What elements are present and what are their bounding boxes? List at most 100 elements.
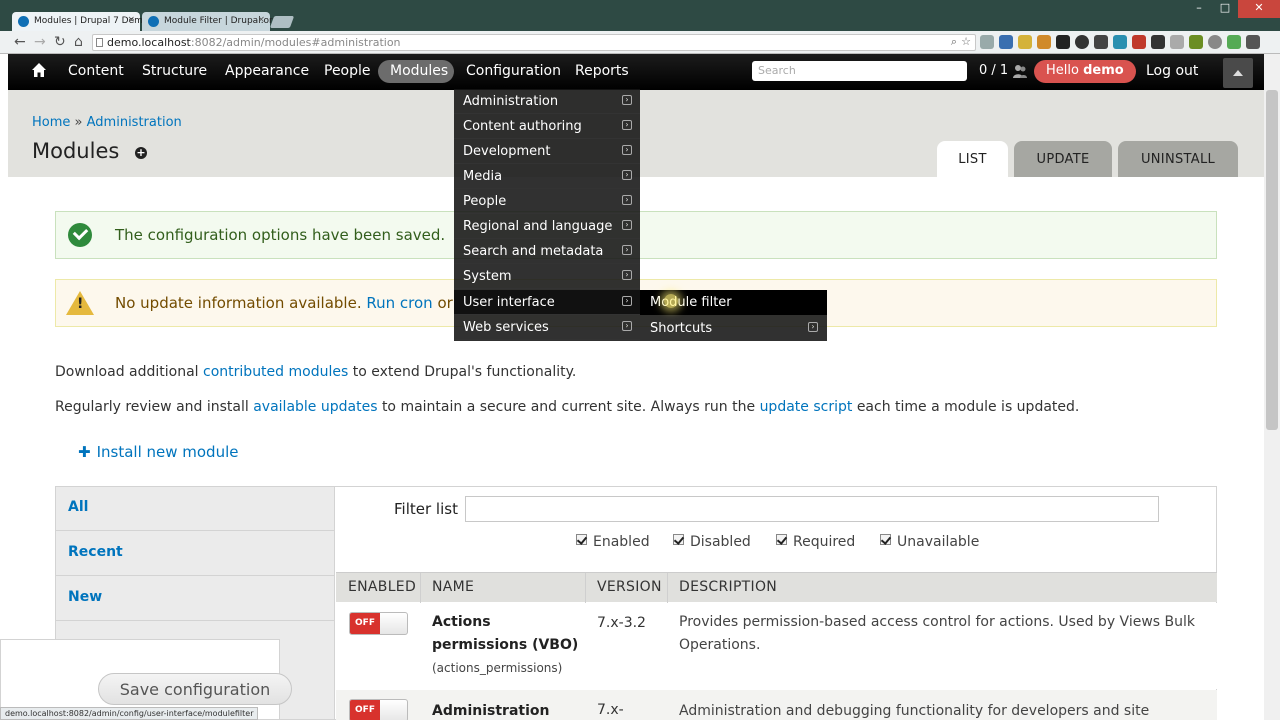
checkbox-checked-icon[interactable] bbox=[673, 534, 684, 545]
submenu-item-shortcuts[interactable]: Shortcuts › bbox=[640, 316, 827, 341]
checkbox-checked-icon[interactable] bbox=[880, 534, 891, 545]
toolbar-search-input[interactable]: Search bbox=[752, 61, 967, 81]
filter-checkbox-unavailable[interactable]: Unavailable bbox=[880, 534, 979, 550]
checkbox-checked-icon[interactable] bbox=[576, 534, 587, 545]
update-script-link[interactable]: update script bbox=[760, 399, 853, 415]
menu-item-content-authoring[interactable]: Content authoring › bbox=[454, 114, 640, 139]
module-version: 7.x- bbox=[597, 702, 624, 718]
menu-item-search-and-metadata[interactable]: Search and metadata › bbox=[454, 239, 640, 264]
filter-list-input[interactable] bbox=[465, 496, 1159, 522]
window-close-icon[interactable]: ✕ bbox=[1238, 0, 1280, 18]
url-field[interactable]: demo.localhost:8082/admin/modules#admini… bbox=[92, 34, 976, 51]
bookmark-star-icon[interactable]: ☆ bbox=[961, 35, 971, 48]
menu-item-label: People bbox=[463, 194, 507, 209]
menu-item-media[interactable]: Media › bbox=[454, 164, 640, 189]
plus-icon: ✚ bbox=[78, 443, 91, 461]
menu-item-web-services[interactable]: Web services › bbox=[454, 315, 640, 340]
extension-icon[interactable] bbox=[1075, 35, 1089, 49]
module-enable-toggle[interactable]: OFF bbox=[349, 612, 408, 635]
extension-icon[interactable] bbox=[1189, 35, 1203, 49]
drupal-favicon-icon bbox=[18, 16, 29, 27]
menu-item-label: Regional and language bbox=[463, 219, 613, 234]
menu-item-system[interactable]: System › bbox=[454, 264, 640, 289]
menu-item-label: Shortcuts bbox=[650, 321, 713, 336]
close-tab-icon[interactable]: × bbox=[257, 15, 265, 25]
extension-icon[interactable] bbox=[1113, 35, 1127, 49]
extension-icon[interactable] bbox=[1227, 35, 1241, 49]
browser-tab-modules[interactable]: Modules | Drupal 7 Demo × bbox=[12, 12, 148, 31]
menu-item-regional-and-language[interactable]: Regional and language › bbox=[454, 214, 640, 239]
minimize-icon[interactable]: – bbox=[1186, 0, 1212, 18]
vtab-new[interactable]: New bbox=[56, 577, 334, 621]
available-updates-link[interactable]: available updates bbox=[253, 399, 377, 415]
toolbar-item-configuration[interactable]: Configuration bbox=[466, 63, 561, 79]
back-arrow-icon[interactable]: ← bbox=[14, 34, 26, 50]
menu-item-label: Search and metadata bbox=[463, 244, 604, 259]
home-icon[interactable] bbox=[32, 63, 46, 77]
new-tab-button[interactable] bbox=[269, 16, 295, 28]
extension-icon[interactable] bbox=[980, 35, 994, 49]
extension-icon[interactable] bbox=[1132, 35, 1146, 49]
configuration-dropdown-menu: Administration › Content authoring › Devel… bbox=[454, 89, 640, 341]
extension-icon[interactable] bbox=[999, 35, 1013, 49]
run-cron-link[interactable]: Run cron bbox=[366, 294, 432, 312]
toolbar-item-structure[interactable]: Structure bbox=[142, 63, 207, 79]
tab-update[interactable]: UPDATE bbox=[1014, 141, 1112, 177]
install-new-module-link[interactable]: ✚ Install new module bbox=[78, 443, 239, 461]
contributed-modules-link[interactable]: contributed modules bbox=[203, 364, 348, 380]
breadcrumb-administration[interactable]: Administration bbox=[87, 115, 182, 130]
intro-text: Download additional bbox=[55, 364, 199, 380]
logout-link[interactable]: Log out bbox=[1146, 63, 1198, 79]
toolbar-item-reports[interactable]: Reports bbox=[575, 63, 629, 79]
vtab-recent[interactable]: Recent bbox=[56, 532, 334, 576]
extension-icon[interactable] bbox=[1170, 35, 1184, 49]
mouse-cursor-highlight bbox=[664, 294, 678, 308]
extension-icon[interactable] bbox=[1037, 35, 1051, 49]
browser-tab-module-filter[interactable]: Module Filter | Drupal.org × bbox=[142, 12, 278, 31]
column-separator bbox=[585, 573, 586, 603]
user-count: 0 / 1 bbox=[979, 63, 1009, 78]
lock-extension-icon[interactable] bbox=[1018, 35, 1032, 49]
menu-item-administration[interactable]: Administration › bbox=[454, 89, 640, 114]
menu-item-user-interface[interactable]: User interface › bbox=[454, 290, 640, 315]
tab-list[interactable]: LIST bbox=[937, 141, 1008, 177]
forward-arrow-icon[interactable]: → bbox=[34, 34, 46, 50]
checkbox-checked-icon[interactable] bbox=[776, 534, 787, 545]
close-tab-icon[interactable]: × bbox=[127, 15, 135, 25]
maximize-icon[interactable]: □ bbox=[1212, 0, 1238, 18]
intro-text: Regularly review and install bbox=[55, 399, 249, 415]
extension-icons bbox=[980, 35, 1260, 49]
menu-item-development[interactable]: Development › bbox=[454, 139, 640, 164]
warning-text-pre: No update information available. bbox=[115, 294, 362, 312]
chrome-menu-icon[interactable] bbox=[1246, 35, 1260, 49]
menu-item-people[interactable]: People › bbox=[454, 189, 640, 214]
hello-user-badge[interactable]: Hello demo bbox=[1034, 60, 1136, 83]
scrollbar-thumb[interactable] bbox=[1266, 90, 1278, 430]
extension-icon[interactable] bbox=[1208, 35, 1222, 49]
save-configuration-button[interactable]: Save configuration bbox=[98, 673, 292, 705]
toolbar-item-modules[interactable]: Modules bbox=[390, 63, 448, 79]
toolbar-item-appearance[interactable]: Appearance bbox=[225, 63, 309, 79]
submenu-arrow-icon: › bbox=[622, 220, 632, 230]
reload-icon[interactable]: ↻ bbox=[54, 34, 66, 50]
toolbar-drawer-toggle-icon[interactable] bbox=[1223, 58, 1253, 88]
toolbar-item-content[interactable]: Content bbox=[68, 63, 124, 79]
filter-checkbox-disabled[interactable]: Disabled bbox=[673, 534, 751, 550]
zoom-icon[interactable]: ⌕ bbox=[951, 35, 957, 49]
checkbox-extension-icon[interactable] bbox=[1151, 35, 1165, 49]
vtab-all[interactable]: All bbox=[56, 487, 334, 531]
gear-icon[interactable] bbox=[1094, 35, 1108, 49]
breadcrumb: Home » Administration bbox=[32, 115, 182, 130]
breadcrumb-home[interactable]: Home bbox=[32, 115, 70, 130]
extension-icon[interactable] bbox=[1056, 35, 1070, 49]
tab-uninstall[interactable]: UNINSTALL bbox=[1118, 141, 1238, 177]
toolbar-item-people[interactable]: People bbox=[324, 63, 371, 79]
intro-text: each time a module is updated. bbox=[856, 399, 1080, 415]
window-controls: – □ ✕ bbox=[1186, 0, 1280, 20]
home-icon[interactable]: ⌂ bbox=[74, 34, 83, 50]
add-shortcut-icon[interactable]: + bbox=[135, 147, 147, 159]
checkbox-label: Required bbox=[793, 534, 856, 550]
filter-checkbox-enabled[interactable]: Enabled bbox=[576, 534, 650, 550]
filter-checkbox-required[interactable]: Required bbox=[776, 534, 855, 550]
module-enable-toggle[interactable]: OFF bbox=[349, 699, 408, 720]
